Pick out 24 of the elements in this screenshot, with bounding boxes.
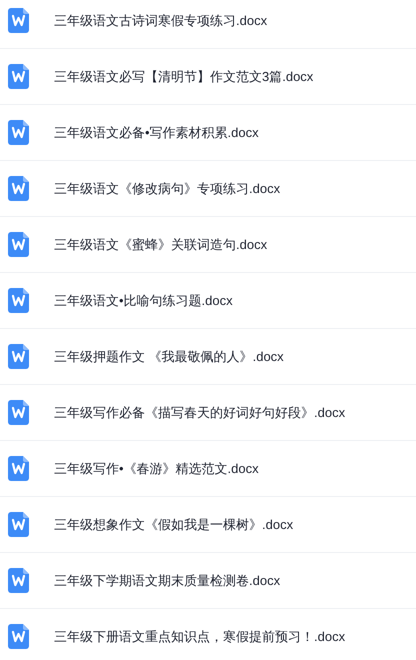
file-name[interactable]: 三年级想象作文《假如我是一棵树》.docx (54, 514, 294, 534)
file-name[interactable]: 三年级语文必写【清明节】作文范文3篇.docx (54, 66, 314, 86)
file-name[interactable]: 三年级语文古诗词寒假专项练习.docx (54, 10, 268, 30)
word-document-icon (8, 288, 29, 313)
file-name[interactable]: 三年级押题作文 《我最敬佩的人》.docx (54, 346, 284, 366)
file-name[interactable]: 三年级下册语文重点知识点，寒假提前预习！.docx (54, 626, 346, 646)
word-document-icon (8, 456, 29, 481)
file-name[interactable]: 三年级写作•《春游》精选范文.docx (54, 458, 259, 478)
word-document-icon (8, 344, 29, 369)
file-name[interactable]: 三年级写作必备《描写春天的好词好句好段》.docx (54, 402, 346, 422)
file-name[interactable]: 三年级语文《修改病句》专项练习.docx (54, 178, 280, 198)
word-document-icon (8, 624, 29, 649)
word-document-icon (8, 400, 29, 425)
file-name[interactable]: 三年级语文•比喻句练习题.docx (54, 290, 233, 310)
word-document-icon (8, 64, 29, 89)
file-name[interactable]: 三年级语文必备•写作素材积累.docx (54, 122, 259, 142)
word-document-icon (8, 568, 29, 593)
word-document-icon (8, 512, 29, 537)
word-document-icon (8, 120, 29, 145)
file-name[interactable]: 三年级下学期语文期末质量检测卷.docx (54, 570, 280, 590)
word-document-icon (8, 232, 29, 257)
file-name[interactable]: 三年级语文《蜜蜂》关联词造句.docx (54, 234, 268, 254)
word-document-icon (8, 8, 29, 33)
word-document-icon (8, 176, 29, 201)
